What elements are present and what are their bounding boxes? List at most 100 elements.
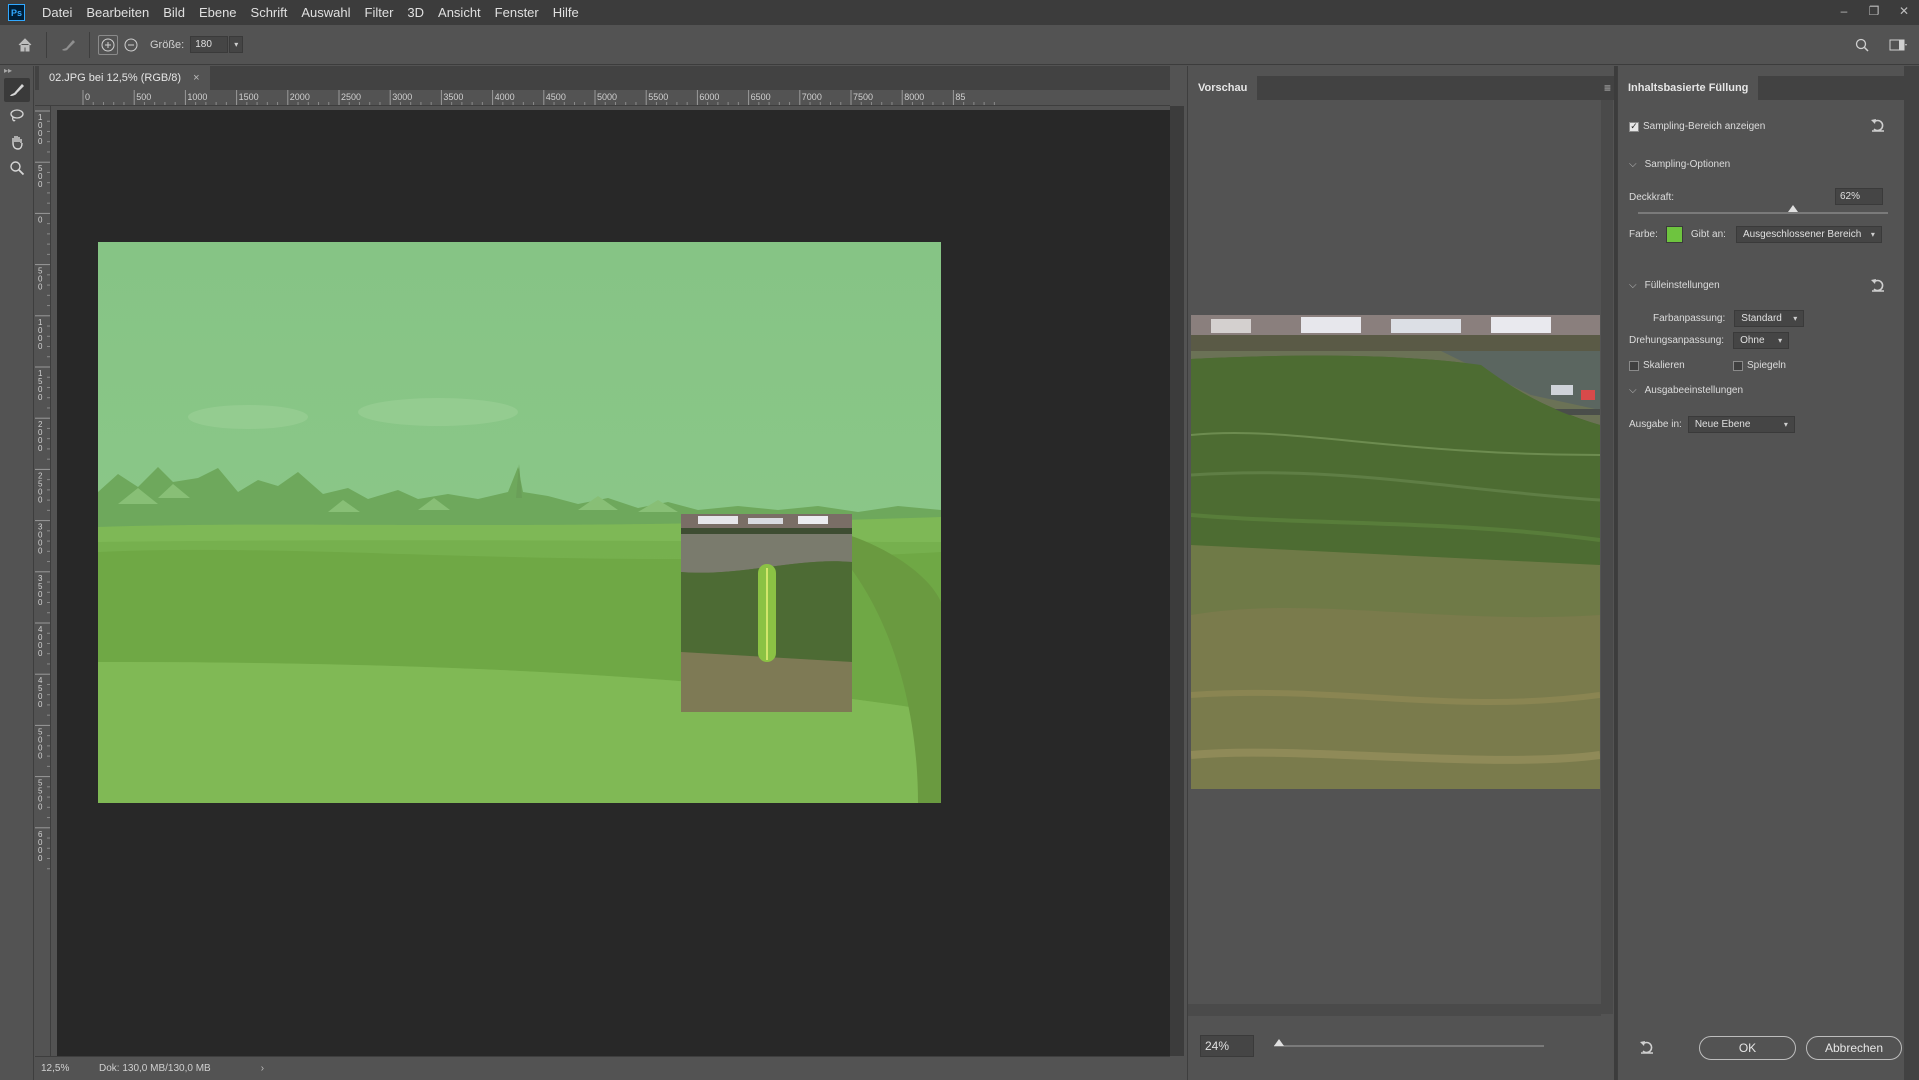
menu-hilfe[interactable]: Hilfe <box>546 0 586 25</box>
sampling-brush-icon[interactable] <box>4 78 30 102</box>
ruler-label: 3000 <box>392 92 412 102</box>
show-sampling-checkbox[interactable]: ✓ <box>1629 121 1639 132</box>
settings-tab-bar: Inhaltsbasierte Füllung <box>1618 76 1904 100</box>
ruler-label: 0 <box>38 598 43 607</box>
scale-row: Skalieren <box>1629 360 1685 371</box>
collapsed-panel-strip <box>1904 66 1919 1080</box>
menu-3d[interactable]: 3D <box>400 0 431 25</box>
mirror-checkbox[interactable] <box>1733 360 1743 371</box>
opacity-slider[interactable] <box>1638 205 1888 214</box>
ruler-label: 0 <box>38 751 43 760</box>
show-sampling-label: Sampling-Bereich anzeigen <box>1643 121 1766 132</box>
document-vertical-scrollbar[interactable] <box>1170 106 1184 1056</box>
ruler-label: 0 <box>38 215 43 224</box>
preview-horizontal-scrollbar[interactable] <box>1188 1004 1601 1016</box>
preview-zoom-input[interactable] <box>1200 1035 1254 1057</box>
status-doc-size: Dok: 130,0 MB/130,0 MB <box>99 1063 211 1074</box>
menu-bild[interactable]: Bild <box>156 0 192 25</box>
mirror-row: Spiegeln <box>1733 360 1786 371</box>
preview-zoom-slider[interactable] <box>1274 1039 1544 1047</box>
opacity-slider-thumb[interactable] <box>1788 205 1798 212</box>
ruler-label: 1000 <box>187 92 207 102</box>
status-expand-arrow-icon[interactable]: › <box>261 1063 264 1074</box>
ruler-label: 7500 <box>853 92 873 102</box>
ruler-label: 6500 <box>751 92 771 102</box>
document-tab[interactable]: 02.JPG bei 12,5% (RGB/8) × <box>39 66 210 90</box>
search-icon[interactable] <box>1849 32 1875 58</box>
lasso-icon[interactable] <box>4 104 30 128</box>
status-zoom[interactable]: 12,5% <box>35 1063 81 1074</box>
document-tab-title: 02.JPG bei 12,5% (RGB/8) <box>49 72 182 84</box>
sampling-section-header[interactable]: ⌵ Sampling-Optionen <box>1629 159 1730 170</box>
opacity-input[interactable] <box>1835 188 1883 205</box>
reset-all-icon[interactable] <box>1639 1040 1655 1057</box>
color-swatch[interactable] <box>1665 226 1683 243</box>
menu-schrift[interactable]: Schrift <box>244 0 295 25</box>
home-icon[interactable] <box>12 32 38 58</box>
output-value: Neue Ebene <box>1694 419 1751 430</box>
indicates-select[interactable]: Ausgeschlossener Bereich ▾ <box>1735 226 1882 243</box>
ruler-label: 4000 <box>495 92 515 102</box>
menu-ebene[interactable]: Ebene <box>192 0 244 25</box>
restore-button[interactable]: ❐ <box>1859 0 1889 22</box>
output-section-title: Ausgabeeinstellungen <box>1644 385 1744 396</box>
menu-fenster[interactable]: Fenster <box>488 0 546 25</box>
panel-menu-icon[interactable]: ≡ <box>1604 81 1611 95</box>
color-label: Farbe: <box>1629 229 1658 240</box>
color-adapt-label: Farbanpassung: <box>1653 313 1726 324</box>
preview-zoom-row <box>1188 1028 1615 1064</box>
ruler-label: 0 <box>38 854 43 863</box>
sampling-brush-tool-icon[interactable] <box>55 32 81 58</box>
preview-image[interactable] <box>1191 315 1600 789</box>
preview-tab-bar: Vorschau ≡ <box>1188 76 1615 100</box>
menu-bearbeiten[interactable]: Bearbeiten <box>79 0 156 25</box>
color-adapt-value: Standard <box>1741 313 1782 324</box>
subtract-from-area-icon[interactable] <box>118 32 144 58</box>
menu-filter[interactable]: Filter <box>358 0 401 25</box>
scale-checkbox[interactable] <box>1629 360 1639 371</box>
ruler-label: 5000 <box>597 92 617 102</box>
preview-zoom-thumb[interactable] <box>1274 1039 1285 1046</box>
close-window-button[interactable]: ✕ <box>1889 0 1919 22</box>
menu-auswahl[interactable]: Auswahl <box>294 0 357 25</box>
ok-button[interactable]: OK <box>1699 1036 1796 1060</box>
zoom-icon[interactable] <box>4 156 30 180</box>
options-bar: Größe: ▾ <box>0 25 1919 65</box>
workspace-icon[interactable] <box>1885 32 1911 58</box>
menu-ansicht[interactable]: Ansicht <box>431 0 488 25</box>
close-tab-icon[interactable]: × <box>193 72 199 84</box>
menu-bar: Ps Datei Bearbeiten Bild Ebene Schrift A… <box>0 0 1919 25</box>
menu-datei[interactable]: Datei <box>35 0 79 25</box>
output-label: Ausgabe in: <box>1629 419 1682 430</box>
ruler-label: 6000 <box>699 92 719 102</box>
rotation-adapt-select[interactable]: Ohne ▾ <box>1733 332 1790 349</box>
fill-section-header[interactable]: ⌵ Fülleinstellungen <box>1629 280 1720 291</box>
rotation-adapt-row: Drehungsanpassung: Ohne ▾ <box>1629 332 1790 349</box>
indicates-value: Ausgeschlossener Bereich <box>1742 229 1862 240</box>
collapse-arrows-icon[interactable]: ▸▸ <box>4 66 12 75</box>
size-input[interactable] <box>190 36 229 53</box>
hand-icon[interactable] <box>4 130 30 154</box>
status-bar: 12,5% Dok: 130,0 MB/130,0 MB › <box>35 1056 1170 1080</box>
ruler-label: 0 <box>38 547 43 556</box>
ruler-label: 0 <box>38 180 43 189</box>
output-section-header[interactable]: ⌵ Ausgabeeinstellungen <box>1629 385 1743 396</box>
reset-sampling-icon[interactable] <box>1870 118 1886 135</box>
photoshop-logo-icon: Ps <box>8 4 25 21</box>
tab-vorschau[interactable]: Vorschau <box>1188 76 1258 100</box>
tab-inhaltsbasierte-fuellung[interactable]: Inhaltsbasierte Füllung <box>1618 76 1759 100</box>
ruler-label: 2500 <box>341 92 361 102</box>
chevron-down-icon: ▾ <box>1783 420 1788 429</box>
color-adapt-select[interactable]: Standard ▾ <box>1734 310 1805 327</box>
reset-fill-icon[interactable] <box>1870 278 1886 295</box>
size-dropdown-icon[interactable]: ▾ <box>229 36 244 53</box>
add-to-area-icon[interactable] <box>98 34 118 55</box>
preview-vertical-scrollbar[interactable] <box>1601 100 1613 1014</box>
minimize-button[interactable]: – <box>1829 0 1859 22</box>
document-image[interactable] <box>98 242 941 803</box>
cancel-button[interactable]: Abbrechen <box>1806 1036 1902 1060</box>
scale-label: Skalieren <box>1643 360 1685 371</box>
ruler-label: 0 <box>38 283 43 292</box>
ruler-label: 500 <box>136 92 151 102</box>
output-select[interactable]: Neue Ebene ▾ <box>1687 416 1795 433</box>
